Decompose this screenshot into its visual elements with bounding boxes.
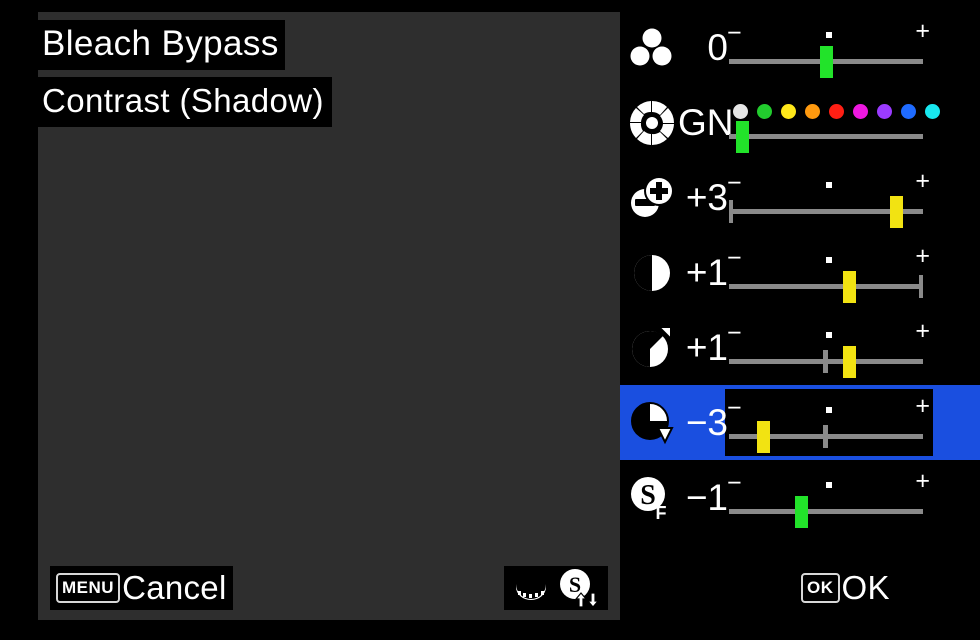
slider-row-grain-effect[interactable]: 0− +: [620, 10, 980, 85]
pie-down-arrow-icon: [626, 397, 678, 449]
color-swatch[interactable]: [805, 104, 820, 119]
slider-value-sharpness: +3: [685, 176, 728, 218]
cancel-button-label: Cancel: [122, 569, 227, 606]
slider-plus-mark: +: [915, 467, 930, 495]
slider-center-dot: [825, 407, 832, 413]
slider-plus-mark: +: [915, 167, 930, 195]
slider-control-contrast-shadow[interactable]: − +: [727, 385, 930, 460]
slider-minus-mark: −: [727, 469, 742, 497]
slider-thumb[interactable]: [842, 271, 856, 303]
slider-minus-mark: −: [727, 319, 742, 347]
slider-minus-mark: −: [727, 244, 742, 272]
slider-end-cap-left: [729, 200, 733, 223]
slider-value-contrast-highlight: +1: [685, 326, 728, 368]
slider-center-dot: [825, 257, 832, 263]
slider-minus-mark: −: [727, 19, 742, 47]
slider-center-dot: [825, 332, 832, 338]
slider-row-contrast-shadow[interactable]: −3− +: [620, 385, 980, 460]
slider-track: [729, 509, 923, 514]
three-dots-grain-icon: [626, 22, 678, 74]
ok-button[interactable]: OK OK: [795, 566, 896, 610]
slider-track: [729, 284, 923, 289]
slider-thumb[interactable]: [736, 121, 750, 153]
color-swatch[interactable]: [877, 104, 892, 119]
page-title: Bleach Bypass: [38, 20, 285, 70]
slider-center-dot: [825, 32, 832, 38]
slider-plus-mark: +: [915, 242, 930, 270]
slider-row-contrast[interactable]: +1− +: [620, 235, 980, 310]
slider-control-contrast[interactable]: − +: [727, 235, 930, 310]
slider-minus-mark: −: [727, 169, 742, 197]
pie-up-arrow-icon: [626, 322, 678, 374]
slider-value-saturation-fine: −1: [685, 476, 728, 518]
segmented-ring-icon: [626, 97, 678, 149]
slider-thumb[interactable]: [757, 421, 771, 453]
slider-row-contrast-highlight[interactable]: +1− +: [620, 310, 980, 385]
slider-control-contrast-highlight[interactable]: − +: [727, 310, 930, 385]
slider-center-tick: [823, 350, 828, 373]
slider-plus-mark: +: [915, 392, 930, 420]
s-circle-swap-icon: S: [555, 567, 599, 609]
ok-button-label: OK: [841, 569, 890, 606]
adjustment-slider-list: 0− + GN +3− + +1− + +1− + −3− + S F −1− +: [620, 10, 980, 550]
slider-end-cap-right: [919, 275, 923, 298]
slider-control-grain-effect[interactable]: − +: [727, 10, 930, 85]
menu-key-badge: MENU: [56, 573, 121, 603]
color-swatch[interactable]: [781, 104, 796, 119]
color-swatch[interactable]: [853, 104, 868, 119]
dial-hint-group: S: [504, 566, 608, 610]
slider-value-contrast-shadow: −3: [685, 401, 728, 443]
svg-text:S: S: [569, 572, 581, 597]
s-subscript-f-icon: SF: [626, 472, 678, 524]
slider-center-dot: [825, 482, 832, 488]
slider-plus-mark: +: [915, 17, 930, 45]
color-swatch[interactable]: [757, 104, 772, 119]
slider-value-grain-color: GN: [678, 101, 734, 143]
ok-key-badge: OK: [801, 573, 840, 603]
slider-row-sharpness[interactable]: +3− +: [620, 160, 980, 235]
slider-row-grain-color[interactable]: GN: [620, 85, 980, 160]
slider-value-contrast: +1: [685, 251, 728, 293]
cancel-button[interactable]: MENU Cancel: [50, 566, 233, 610]
half-circle-icon: [626, 247, 678, 299]
grain-color-swatches: [729, 104, 940, 120]
slider-center-tick: [823, 425, 828, 448]
color-swatch[interactable]: [925, 104, 940, 119]
slider-plus-mark: +: [915, 317, 930, 345]
slider-track: [729, 134, 923, 139]
slider-row-saturation-fine[interactable]: S F −1− +: [620, 460, 980, 535]
page-subtitle: Contrast (Shadow): [38, 77, 332, 127]
color-swatch[interactable]: [829, 104, 844, 119]
color-swatch[interactable]: [901, 104, 916, 119]
slider-center-dot: [825, 182, 832, 188]
slider-minus-mark: −: [727, 394, 742, 422]
slider-value-grain-effect: 0: [707, 26, 728, 68]
slider-control-grain-color[interactable]: [727, 85, 940, 160]
slider-thumb[interactable]: [795, 496, 809, 528]
svg-text:S: S: [640, 480, 656, 511]
color-swatch[interactable]: [733, 104, 748, 119]
preview-panel: Bleach Bypass Contrast (Shadow): [38, 12, 620, 620]
slider-thumb[interactable]: [842, 346, 856, 378]
dial-wheel-icon: [513, 575, 549, 601]
slider-thumb[interactable]: [820, 46, 833, 78]
svg-text:F: F: [656, 503, 667, 521]
camera-settings-screen: Bleach Bypass Contrast (Shadow) MENU Can…: [0, 0, 980, 640]
slider-control-sharpness[interactable]: − +: [727, 160, 930, 235]
slider-thumb[interactable]: [890, 196, 904, 228]
slider-control-saturation-fine[interactable]: − +: [727, 460, 930, 535]
plus-minus-circles-icon: [626, 172, 678, 224]
